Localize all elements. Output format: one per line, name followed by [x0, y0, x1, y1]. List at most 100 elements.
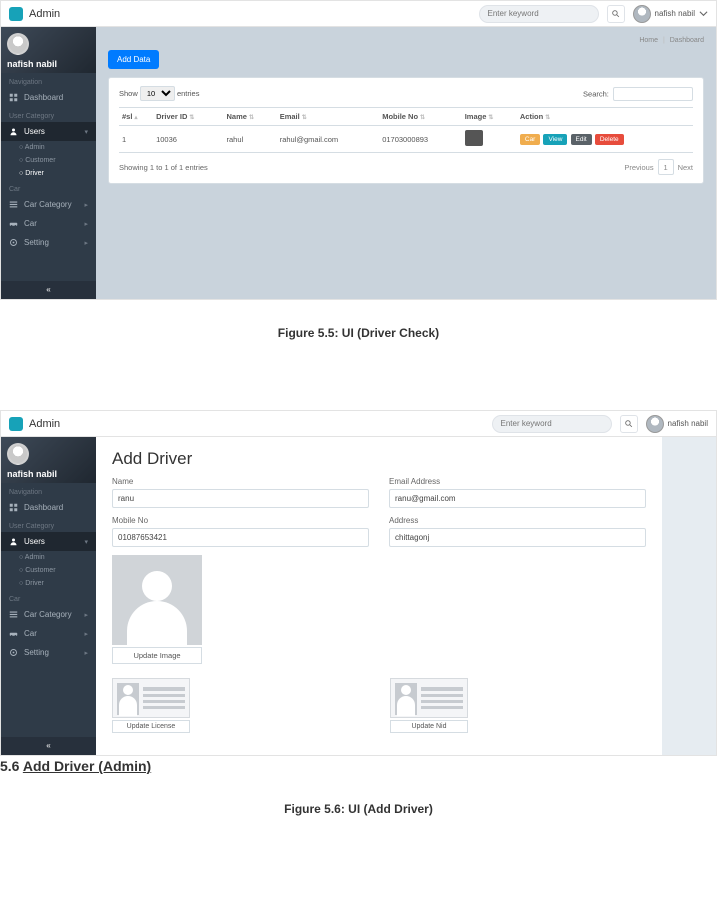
figure-caption-2: Figure 5.6: UI (Add Driver)	[0, 802, 717, 816]
logo-icon	[9, 417, 23, 431]
add-data-button[interactable]: Add Data	[108, 50, 159, 69]
cell-email: rahul@gmail.com	[277, 126, 379, 153]
sidebar-section-usercat: User Category	[1, 107, 96, 122]
dashboard-icon	[9, 503, 18, 512]
header-search-input[interactable]	[486, 8, 571, 19]
list-icon	[9, 610, 18, 619]
table-search-input[interactable]	[613, 87, 693, 101]
update-image-button[interactable]: Update Image	[112, 647, 202, 664]
search-button[interactable]	[620, 415, 638, 433]
th-sl[interactable]: #sl▴	[119, 108, 153, 126]
brand-label: Admin	[29, 418, 492, 430]
sidebar-sub-driver[interactable]: ○ Driver	[1, 167, 96, 180]
sidebar-item-car-category[interactable]: Car Category ▸	[1, 605, 96, 624]
users-icon	[9, 537, 18, 546]
action-view-button[interactable]: View	[543, 134, 567, 145]
address-input[interactable]	[389, 528, 646, 547]
mobile-input[interactable]	[112, 528, 369, 547]
breadcrumb-dashboard: Dashboard	[670, 37, 704, 44]
cell-action: Car View Edit Delete	[517, 126, 693, 153]
address-label: Address	[389, 516, 646, 525]
sort-icon: ⇅	[545, 115, 550, 121]
email-input[interactable]	[389, 489, 646, 508]
sort-icon: ⇅	[249, 115, 254, 121]
sort-icon: ⇅	[488, 115, 493, 121]
email-label: Email Address	[389, 477, 646, 486]
pager-next[interactable]: Next	[678, 163, 693, 172]
sidebar-hero: nafish nabil	[1, 27, 96, 73]
name-label: Name	[112, 477, 369, 486]
sidebar-sub-admin[interactable]: ○ Admin	[1, 141, 96, 154]
sidebar-item-car-category[interactable]: Car Category ▸	[1, 195, 96, 214]
header-username[interactable]: nafish nabil	[668, 419, 708, 428]
sidebar-item-label: Users	[24, 537, 45, 546]
user-avatar-icon[interactable]	[633, 5, 651, 23]
sidebar-section-navigation: Navigation	[1, 483, 96, 498]
pager-prev[interactable]: Previous	[624, 163, 653, 172]
panel-footer: Showing 1 to 1 of 1 entries Previous 1 N…	[119, 159, 693, 175]
caret-down-icon[interactable]	[699, 9, 708, 18]
sidebar-sub-customer[interactable]: ○ Customer	[1, 154, 96, 167]
header-search[interactable]	[479, 5, 599, 23]
dashboard-icon	[9, 93, 18, 102]
search-icon	[611, 9, 620, 18]
sidebar-item-setting[interactable]: Setting ▸	[1, 643, 96, 662]
table-info: Showing 1 to 1 of 1 entries	[119, 163, 208, 172]
action-car-button[interactable]: Car	[520, 134, 540, 145]
sidebar-item-label: Dashboard	[24, 93, 63, 102]
expand-icon: ▸	[84, 630, 88, 638]
user-avatar-icon[interactable]	[646, 415, 664, 433]
table-search: Search:	[583, 87, 693, 101]
sidebar-item-setting[interactable]: Setting ▸	[1, 233, 96, 252]
sidebar-item-dashboard[interactable]: Dashboard	[1, 88, 96, 107]
sidebar-item-dashboard[interactable]: Dashboard	[1, 498, 96, 517]
logo-icon	[9, 7, 23, 21]
th-email[interactable]: Email⇅	[277, 108, 379, 126]
sidebar-collapse-button[interactable]: «	[1, 737, 96, 755]
sort-icon: ⇅	[302, 115, 307, 121]
header-username[interactable]: nafish nabil	[655, 9, 695, 18]
action-delete-button[interactable]: Delete	[595, 134, 624, 145]
section-heading: 5.6 Add Driver (Admin)	[0, 758, 717, 774]
update-license-button[interactable]: Update License	[112, 720, 190, 733]
sidebar-username: nafish nabil	[7, 469, 57, 479]
sidebar-item-users[interactable]: Users ▾	[1, 122, 96, 141]
sidebar-sub-customer[interactable]: ○ Customer	[1, 564, 96, 577]
th-image[interactable]: Image⇅	[462, 108, 517, 126]
page-title: Add Driver	[112, 449, 646, 469]
search-icon	[624, 419, 633, 428]
entries-select[interactable]: 10	[140, 86, 175, 101]
list-icon	[9, 200, 18, 209]
sidebar-section-car: Car	[1, 180, 96, 195]
collapse-caret-icon: ▾	[84, 128, 88, 136]
sidebar-item-label: Car Category	[24, 610, 72, 619]
th-name[interactable]: Name⇅	[224, 108, 277, 126]
pager-page-1[interactable]: 1	[658, 159, 674, 175]
sidebar-item-label: Car	[24, 219, 37, 228]
header-search-input[interactable]	[499, 418, 584, 429]
nid-upload-block: Update Nid	[390, 678, 468, 733]
sidebar-collapse-button[interactable]: «	[1, 281, 96, 299]
expand-icon: ▸	[84, 649, 88, 657]
update-nid-button[interactable]: Update Nid	[390, 720, 468, 733]
name-input[interactable]	[112, 489, 369, 508]
cell-mobile: 01703000893	[379, 126, 461, 153]
sidebar-item-users[interactable]: Users ▾	[1, 532, 96, 551]
breadcrumb-home[interactable]: Home	[639, 37, 658, 44]
expand-icon: ▸	[84, 201, 88, 209]
sort-icon: ⇅	[189, 115, 194, 121]
photo-placeholder-icon	[112, 555, 202, 645]
add-driver-content: Add Driver Name Email Address Mobile No	[96, 437, 662, 755]
sidebar-item-car[interactable]: Car ▸	[1, 624, 96, 643]
th-driverid[interactable]: Driver ID⇅	[153, 108, 223, 126]
search-button[interactable]	[607, 5, 625, 23]
gear-icon	[9, 238, 18, 247]
sidebar-item-car[interactable]: Car ▸	[1, 214, 96, 233]
th-action[interactable]: Action⇅	[517, 108, 693, 126]
sidebar-sub-driver[interactable]: ○ Driver	[1, 577, 96, 590]
th-mobile[interactable]: Mobile No⇅	[379, 108, 461, 126]
header-search[interactable]	[492, 415, 612, 433]
action-edit-button[interactable]: Edit	[571, 134, 592, 145]
sidebar-sub-admin[interactable]: ○ Admin	[1, 551, 96, 564]
sidebar-username: nafish nabil	[7, 59, 57, 69]
